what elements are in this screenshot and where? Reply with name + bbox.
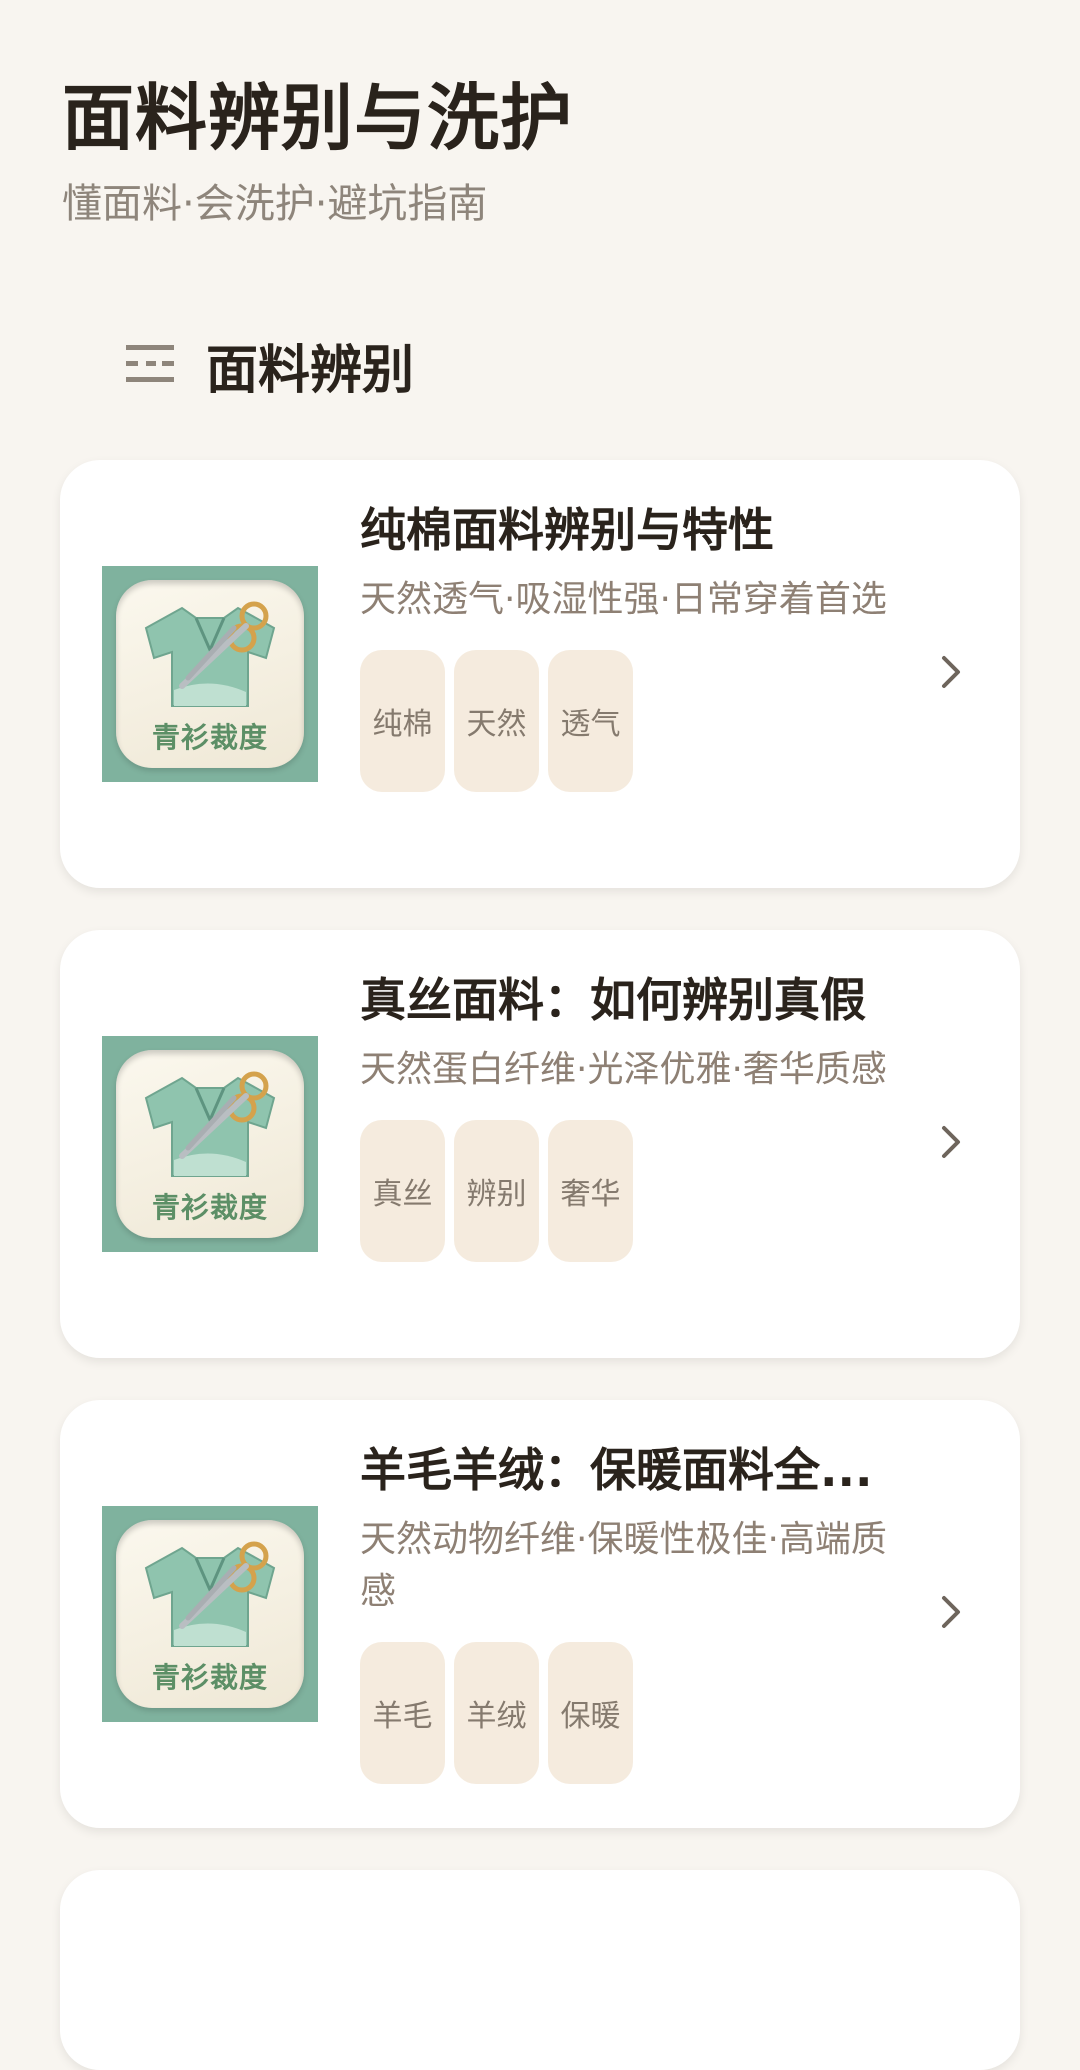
tag-list: 真丝 辨别 奢华 — [360, 1120, 950, 1262]
article-thumbnail: 青衫裁度 — [102, 566, 318, 782]
section-header: 面料辨别 — [126, 330, 415, 401]
chevron-right-icon — [942, 656, 960, 688]
tag: 真丝 — [360, 1120, 445, 1262]
card-description: 天然动物纤维·保暖性极佳·高端质感 — [360, 1519, 887, 1612]
page-header: 面料辨别与洗护 懂面料·会洗护·避坑指南 — [62, 70, 1022, 230]
card-title: 羊毛羊绒：保暖面料全... — [360, 1443, 873, 1497]
tag: 辨别 — [454, 1120, 539, 1262]
article-card[interactable]: 青衫裁度 纯棉面料辨别与特性 天然透气·吸湿性强·日常穿着首选 纯棉 天然 透气 — [60, 460, 1020, 888]
chevron-right-icon — [942, 1596, 960, 1628]
tag: 奢华 — [548, 1120, 633, 1262]
tag: 羊绒 — [454, 1642, 539, 1784]
tag-list: 纯棉 天然 透气 — [360, 650, 950, 792]
article-card[interactable]: 青衫裁度 羊毛羊绒：保暖面料全... 天然动物纤维·保暖性极佳·高端质感 羊毛 … — [60, 1400, 1020, 1828]
card-title: 纯棉面料辨别与特性 — [360, 503, 774, 557]
article-card[interactable] — [60, 1870, 1020, 2070]
page-subtitle: 懂面料·会洗护·避坑指南 — [62, 181, 488, 227]
page-title: 面料辨别与洗护 — [62, 76, 574, 160]
article-thumbnail: 青衫裁度 — [102, 1506, 318, 1722]
card-description: 天然蛋白纤维·光泽优雅·奢华质感 — [360, 1049, 887, 1090]
card-title: 真丝面料：如何辨别真假 — [360, 973, 866, 1027]
chevron-right-icon — [942, 1126, 960, 1158]
tag-list: 羊毛 羊绒 保暖 — [360, 1642, 950, 1784]
tag: 保暖 — [548, 1642, 633, 1784]
article-card[interactable]: 青衫裁度 真丝面料：如何辨别真假 天然蛋白纤维·光泽优雅·奢华质感 真丝 辨别 … — [60, 930, 1020, 1358]
section-title: 面料辨别 — [206, 340, 415, 401]
card-description: 天然透气·吸湿性强·日常穿着首选 — [360, 579, 887, 620]
brand-text: 青衫裁度 — [151, 1191, 268, 1224]
brand-text: 青衫裁度 — [151, 721, 268, 754]
tag: 透气 — [548, 650, 633, 792]
article-thumbnail: 青衫裁度 — [102, 1036, 318, 1252]
tag: 纯棉 — [360, 650, 445, 792]
brand-text: 青衫裁度 — [151, 1661, 268, 1694]
list-icon — [126, 345, 174, 382]
tag: 天然 — [454, 650, 539, 792]
tag: 羊毛 — [360, 1642, 445, 1784]
